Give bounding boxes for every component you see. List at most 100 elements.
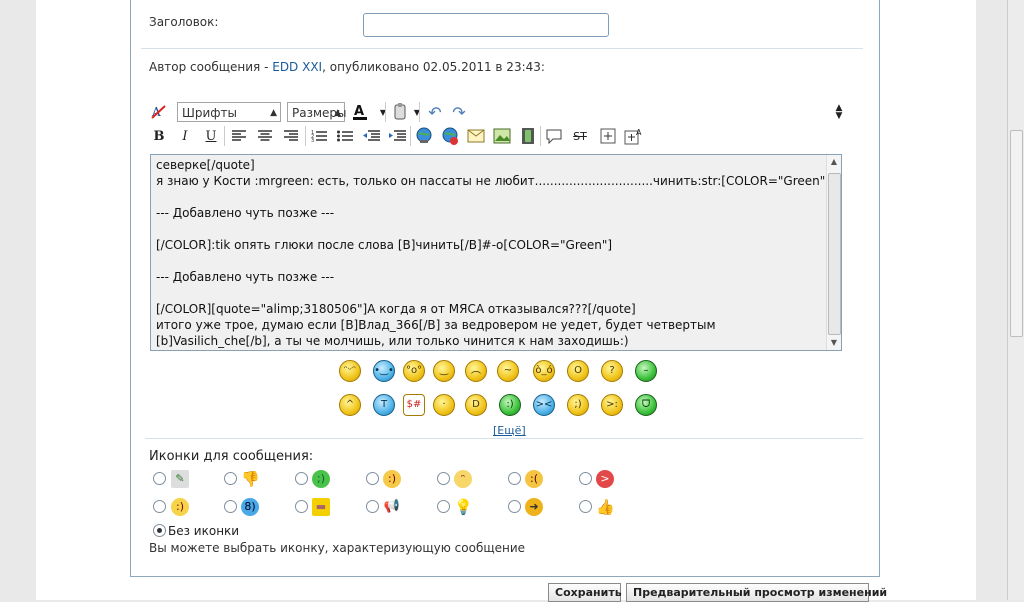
smiley-wave-icon[interactable]: ^ (339, 394, 361, 416)
smiley-devil-icon[interactable]: >< (533, 394, 555, 416)
email-icon[interactable] (466, 126, 486, 146)
author-prefix: Автор сообщения - (149, 60, 273, 74)
align-center-icon[interactable] (255, 126, 275, 146)
smiley-smile-icon[interactable]: ‿ (433, 360, 455, 382)
post-icon-radio[interactable] (579, 500, 592, 513)
align-right-icon[interactable] (281, 126, 301, 146)
video-icon[interactable] (518, 126, 538, 146)
smiley-icon[interactable]: ᵔᵕᵔ (339, 360, 361, 382)
separator (419, 102, 420, 122)
bold-button[interactable]: B (149, 126, 169, 146)
unordered-list-icon[interactable] (335, 126, 355, 146)
post-icon-radio[interactable] (295, 500, 308, 513)
page-scroll-thumb[interactable] (1010, 130, 1023, 337)
svg-text:A: A (636, 128, 642, 137)
post-icon-radio[interactable] (508, 472, 521, 485)
paste-dropdown-icon[interactable]: ▼ (407, 102, 427, 122)
post-icon-radio[interactable] (437, 472, 450, 485)
strike-button[interactable]: ST (570, 126, 590, 146)
remove-format-icon[interactable]: A (149, 102, 169, 122)
expand-box-icon[interactable] (598, 126, 618, 146)
image-icon[interactable] (492, 126, 512, 146)
page: Заголовок: Автор сообщения - EDD XXI, оп… (36, 0, 976, 602)
megaphone-icon: 📢 (383, 499, 401, 514)
smiley-grin-icon[interactable]: ᗜ (635, 394, 657, 416)
size-select[interactable]: Размеры ▲ (287, 102, 347, 122)
separator (540, 126, 541, 146)
wink-icon: ;) (312, 470, 330, 488)
title-label: Заголовок: (149, 15, 219, 29)
unlink-icon[interactable] (440, 126, 460, 146)
post-icon-radio[interactable] (366, 472, 379, 485)
post-icon-radio[interactable] (224, 500, 237, 513)
smiley-confused-icon[interactable]: ? (601, 360, 623, 382)
post-icon-radio[interactable] (508, 500, 521, 513)
page-scrollbar[interactable] (1007, 0, 1024, 600)
scroll-down-icon[interactable]: ▼ (827, 336, 841, 350)
smiley-sick-icon[interactable]: – (635, 360, 657, 382)
toggle-editor-icon[interactable]: ▲ ▼ (829, 102, 849, 122)
divider (141, 48, 863, 49)
post-icon-radio[interactable] (579, 472, 592, 485)
smiley-lol-icon[interactable]: :) (499, 394, 521, 416)
no-icon-radio[interactable] (153, 524, 166, 537)
smiley-angry-icon[interactable]: ò_ó (533, 360, 555, 382)
title-input[interactable] (363, 13, 609, 37)
post-icon-radio[interactable] (153, 472, 166, 485)
post-icon-radio[interactable] (224, 472, 237, 485)
svg-text:A: A (354, 104, 364, 119)
smiley-think-icon[interactable]: ~ (497, 360, 519, 382)
thumbs-up-icon: 👍 (596, 498, 615, 516)
smiley-laugh-icon[interactable]: D (465, 394, 487, 416)
smiley-blush-icon[interactable]: · (433, 394, 455, 416)
post-icon-radio[interactable] (366, 500, 379, 513)
redo-icon[interactable]: ↷ (449, 102, 469, 122)
scroll-up-icon[interactable]: ▲ (827, 155, 841, 169)
separator (385, 102, 386, 122)
thumbs-down-icon: 👎 (241, 470, 260, 488)
no-icon-label: Без иконки (168, 524, 240, 538)
quote-icon[interactable] (544, 126, 564, 146)
happy-icon: :) (171, 498, 189, 516)
chevron-down-icon: ▲ (334, 108, 341, 118)
post-icon-radio[interactable] (153, 500, 166, 513)
indent-icon[interactable] (387, 126, 407, 146)
message-textarea[interactable]: северке[/quote] я знаю у Кости :mrgreen:… (150, 154, 842, 351)
smiley-swear-icon[interactable]: $# (403, 394, 425, 416)
edit-post-panel: Заголовок: Автор сообщения - EDD XXI, оп… (130, 0, 880, 577)
grin-icon: ᵔ (454, 470, 472, 488)
align-left-icon[interactable] (229, 126, 249, 146)
underline-button[interactable]: U (201, 126, 221, 146)
separator (305, 126, 306, 146)
undo-icon[interactable]: ↶ (425, 102, 445, 122)
outdent-icon[interactable] (361, 126, 381, 146)
smiley-thumbs-icon[interactable]: •‿• (373, 360, 395, 382)
smiley-wink-icon[interactable]: ;) (567, 394, 589, 416)
italic-button[interactable]: I (175, 126, 195, 146)
smiley-cry-icon[interactable]: T (373, 394, 395, 416)
smiley-sad-icon[interactable]: ︵ (465, 360, 487, 382)
angry-icon: >< (596, 470, 614, 503)
text-color-icon[interactable]: A (352, 102, 372, 122)
link-icon[interactable] (414, 126, 434, 146)
author-link[interactable]: EDD XXI (272, 60, 322, 74)
post-icon-radio[interactable] (437, 500, 450, 513)
separator (224, 126, 225, 146)
smiley-note-icon[interactable]: °o° (403, 360, 425, 382)
smiley-evil-icon[interactable]: >: (601, 394, 623, 416)
chevron-down-icon: ▲ (270, 108, 277, 118)
post-icon-radio[interactable] (295, 472, 308, 485)
smile-icon: :) (383, 470, 401, 488)
document-icon: ✎ (171, 470, 189, 488)
ordered-list-icon[interactable]: 123 (309, 126, 329, 146)
insert-text-box-icon[interactable]: A (624, 126, 644, 146)
scroll-thumb[interactable] (828, 173, 841, 335)
save-button[interactable]: Сохранить (548, 583, 622, 602)
editor-scrollbar[interactable]: ▲ ▼ (826, 155, 841, 350)
font-select[interactable]: Шрифты ▲ (177, 102, 281, 122)
more-smilies-link[interactable]: [Ещё] (493, 424, 526, 437)
smiley-surprised-icon[interactable]: O (567, 360, 589, 382)
label-icon: ▬ (312, 498, 330, 516)
color-dropdown-icon[interactable]: ▼ (373, 102, 393, 122)
preview-button[interactable]: Предварительный просмотр изменений (626, 583, 887, 602)
